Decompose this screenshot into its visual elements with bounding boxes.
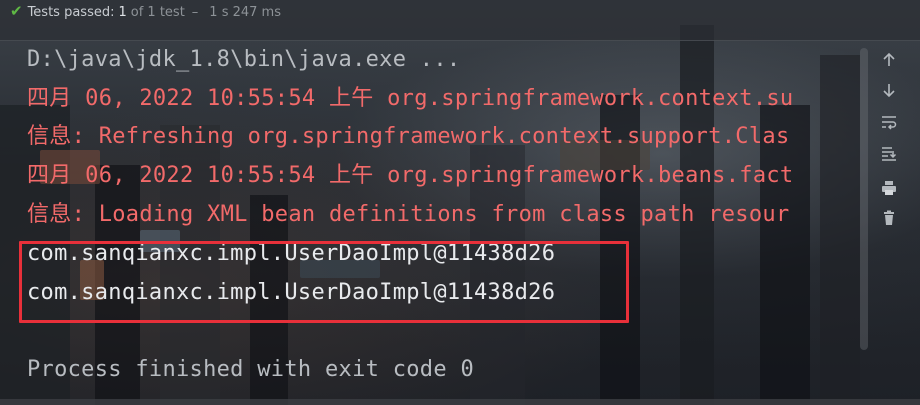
total-tests: of 1 test — [130, 4, 185, 20]
test-status-bar: ✔ Tests passed: 1 of 1 test –1 s 247 ms — [0, 0, 920, 41]
print-icon[interactable] — [880, 179, 898, 197]
tests-passed-label: Tests passed: — [27, 4, 115, 20]
console-line-log: 信息: Refreshing org.springframework.conte… — [27, 124, 790, 149]
scroll-to-end-icon[interactable] — [880, 145, 898, 163]
arrow-down-icon[interactable] — [880, 81, 898, 99]
console-scrollbar[interactable] — [860, 48, 868, 350]
test-duration: 1 s 247 ms — [209, 4, 281, 20]
console-line-log: 四月 06, 2022 10:55:54 上午 org.springframew… — [27, 163, 794, 188]
check-icon: ✔ — [10, 1, 23, 20]
run-window: ✔ Tests passed: 1 of 1 test –1 s 247 ms D:\j… — [0, 0, 920, 405]
console-line-command: D:\java\jdk_1.8\bin\java.exe ... — [27, 47, 461, 72]
console-line-log: 信息: Loading XML bean definitions from cl… — [27, 202, 790, 227]
highlight-annotation-box — [19, 241, 629, 323]
status-separator: – — [191, 4, 199, 20]
bottom-edge — [0, 399, 920, 405]
console-line-exit: Process finished with exit code 0 — [27, 357, 474, 382]
console-toolbar — [872, 41, 920, 405]
soft-wrap-icon[interactable] — [880, 113, 898, 131]
arrow-up-icon[interactable] — [880, 51, 898, 69]
test-status: ✔ Tests passed: 1 of 1 test –1 s 247 ms — [10, 2, 281, 20]
passed-count: 1 — [118, 4, 127, 20]
console-output[interactable]: D:\java\jdk_1.8\bin\java.exe ... 四月 06, … — [18, 41, 870, 405]
console-line-log: 四月 06, 2022 10:55:54 上午 org.springframew… — [27, 86, 794, 111]
trash-icon[interactable] — [880, 209, 898, 227]
